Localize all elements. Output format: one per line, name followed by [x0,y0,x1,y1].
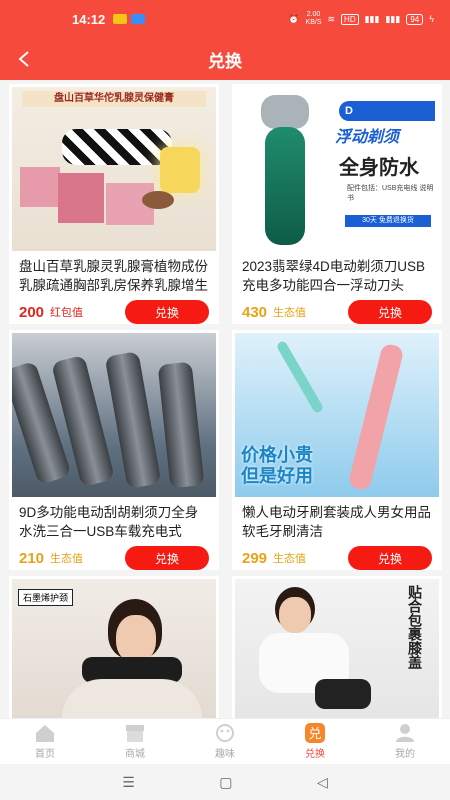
system-nav-bar: ☰ ▢ ◁ [0,764,450,800]
tab-fun[interactable]: 趣味 [180,719,270,764]
back-nav-button[interactable]: ◁ [317,774,328,791]
product-card[interactable]: 贴合包裹膝盖 [232,576,442,718]
exchange-button[interactable]: 兑换 [125,300,209,324]
hd-icon: HD [341,13,359,25]
charging-icon: ϟ [429,14,434,24]
face-graphic [116,615,156,663]
alarm-icon: ⏰ [288,13,300,24]
store-icon [126,725,144,742]
banner-text: 盘山百草华佗乳腺灵保健膏 [22,91,206,107]
face-graphic [279,597,311,633]
product-name: 9D多功能电动刮胡剃须刀全身水洗三合一USB车载充电式 [19,505,199,539]
shaver-head [261,95,309,129]
banner-tag: D [339,101,435,121]
accessory-text: 配件包括：USB充电线 说明书 [347,185,434,202]
knee-pad-graphic [315,679,371,709]
product-image[interactable]: 价格小贵 但是好用 [235,333,439,497]
signal2-icon: ▮▮▮ [385,13,401,24]
product-card[interactable]: 9D多功能电动刮胡剃须刀全身水洗三合一USB车载充电式 210 生态值 兑换 [9,330,219,570]
jar-graphic [142,191,174,209]
app-notification-icon [131,14,146,24]
wifi-icon: ≋ [327,13,336,24]
tab-store[interactable]: 商城 [90,719,180,764]
clock: 14:12 [72,11,106,27]
product-image[interactable]: 贴合包裹膝盖 [235,579,439,718]
pouch-graphic [62,129,172,165]
shoulders-graphic [62,679,202,718]
price-unit: 生态值 [50,553,84,565]
tab-exchange[interactable]: 兑 兑换 [270,719,360,764]
svg-text:兑: 兑 [308,727,321,742]
product-price: 200 [19,303,45,321]
product-image[interactable]: D 浮动剃须 全身防水 配件包括：USB充电线 说明书 30天 免费退换货 [235,87,439,251]
exchange-button[interactable]: 兑换 [348,546,432,570]
page-title: 兑换 [208,51,242,71]
app-header: 兑换 [0,38,450,80]
product-card[interactable]: 价格小贵 但是好用 懒人电动牙刷套装成人男女用品软毛牙刷清洁 299 生态值 兑… [232,330,442,570]
exchange-button[interactable]: 兑换 [125,546,209,570]
price-unit: 红包值 [50,307,84,319]
menu-nav-button[interactable]: ☰ [122,774,135,791]
tab-home[interactable]: 首页 [0,719,90,764]
fun-icon [216,724,234,742]
candle-graphic [160,147,200,193]
tab-label: 兑换 [305,749,325,760]
slogan-text: 贴合包裹膝盖 [407,585,423,669]
tab-profile[interactable]: 我的 [360,719,450,764]
signal-icon: ▮▮▮ [364,13,380,24]
toothbrush-graphic [275,339,325,415]
tab-label: 商城 [125,749,145,760]
product-name: 盘山百草乳腺灵乳腺膏植物成份乳腺疏通胸部乳房保养乳腺增生贴 [19,259,208,293]
box-graphic [20,167,60,207]
slogan-text: 价格小贵 但是好用 [241,445,313,486]
exchange-button[interactable]: 兑换 [348,300,432,324]
product-card[interactable]: 石墨烯护颈 [9,576,219,718]
product-image[interactable]: 石墨烯护颈 [12,579,216,718]
product-image[interactable] [12,333,216,497]
shaver-graphic [157,361,205,489]
price-unit: 生态值 [273,553,307,565]
status-icons: ⏰ 2.00 KB/S ≋ HD ▮▮▮ ▮▮▮ 94 ϟ [288,11,434,27]
status-bar: 14:12 ⏰ 2.00 KB/S ≋ HD ▮▮▮ ▮▮▮ 94 ϟ [0,0,450,38]
shaver-graphic [104,351,162,489]
price-unit: 生态值 [273,307,307,319]
product-image[interactable]: 盘山百草华佗乳腺灵保健膏 [12,87,216,251]
product-name: 懒人电动牙刷套装成人男女用品软毛牙刷清洁 [242,505,431,539]
product-tag: 石墨烯护颈 [18,589,74,606]
product-grid: 盘山百草华佗乳腺灵保健膏 盘山百草乳腺灵乳腺膏植物成份乳腺疏通胸部乳房保养乳腺增… [0,80,450,718]
product-card[interactable]: 盘山百草华佗乳腺灵保健膏 盘山百草乳腺灵乳腺膏植物成份乳腺疏通胸部乳房保养乳腺增… [9,84,219,324]
free-return-badge: 30天 免费退换货 [345,215,431,227]
product-name: 2023翡翠绿4D电动剃须刀USB充电多功能四合一浮动刀头 [242,259,426,293]
tab-label: 我的 [395,749,415,760]
tab-label: 首页 [35,749,55,760]
toothbrush-graphic [347,342,405,492]
product-price: 299 [242,549,268,567]
exchange-icon: 兑 [305,723,325,743]
bottom-tab-bar: 首页 商城 趣味 兑 兑换 我的 [0,718,450,764]
back-button[interactable] [12,46,36,72]
battery-icon: 94 [406,13,424,25]
chevron-left-icon [18,51,29,67]
box-graphic [58,173,104,223]
network-speed: 2.00 KB/S [305,11,322,26]
profile-icon [396,724,414,742]
tab-label: 趣味 [215,749,235,760]
shaver-body [265,127,305,245]
home-icon [36,725,54,742]
headline: 浮动剃须 [335,129,400,146]
home-nav-button[interactable]: ▢ [219,774,232,791]
tag-letter: D [345,105,353,117]
product-price: 430 [242,303,268,321]
notification-icon [113,14,128,24]
product-card[interactable]: D 浮动剃须 全身防水 配件包括：USB充电线 说明书 30天 免费退换货 20… [232,84,442,324]
headline-big: 全身防水 [339,157,419,179]
product-price: 210 [19,549,45,567]
